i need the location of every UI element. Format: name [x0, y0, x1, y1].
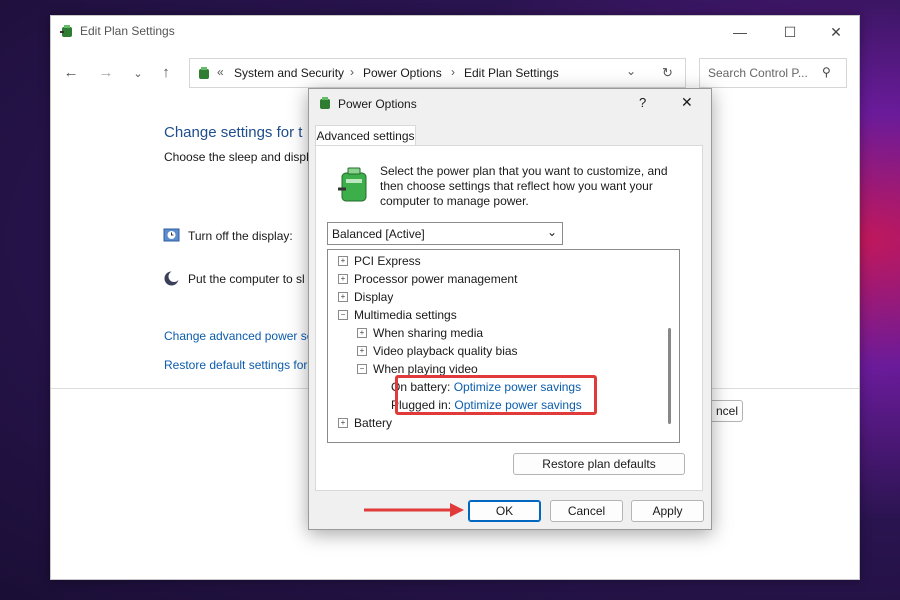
tree-item-label: Multimedia settings — [354, 308, 457, 322]
control-panel-icon — [196, 65, 212, 84]
tree-item-battery[interactable]: + Battery — [338, 414, 392, 432]
back-arrow-icon[interactable]: ← — [61, 64, 81, 81]
tree-item-quality-bias[interactable]: + Video playback quality bias — [357, 342, 518, 360]
expand-plus-icon[interactable]: + — [357, 345, 367, 356]
expand-plus-icon[interactable]: + — [338, 273, 348, 284]
minimize-icon: — — [733, 24, 747, 40]
power-plan-selected: Balanced [Active] — [332, 227, 425, 241]
tree-item-label: When playing video — [373, 362, 478, 376]
chevron-down-icon: ⌄ — [547, 225, 558, 239]
collapse-minus-icon[interactable]: − — [357, 363, 367, 374]
breadcrumb-system-security[interactable]: System and Security — [234, 66, 344, 80]
tree-item-display[interactable]: + Display — [338, 288, 393, 306]
restore-plan-defaults-button[interactable]: Restore plan defaults — [513, 453, 685, 475]
collapse-minus-icon[interactable]: − — [338, 309, 348, 320]
cancel-button[interactable]: Cancel — [550, 500, 623, 522]
breadcrumb-edit-plan[interactable]: Edit Plan Settings — [464, 66, 559, 80]
dialog-description-3: computer to manage power. — [380, 194, 529, 208]
ok-button[interactable]: OK — [468, 500, 541, 522]
tree-scrollbar-thumb[interactable] — [668, 328, 671, 424]
sleep-moon-icon — [163, 270, 180, 290]
page-subheading: Choose the sleep and displa — [164, 150, 316, 164]
refresh-icon[interactable]: ↻ — [662, 65, 673, 81]
dialog-title: Power Options — [338, 97, 417, 111]
breadcrumb-separator-icon: › — [451, 65, 455, 79]
tree-item-label: Video playback quality bias — [373, 344, 518, 358]
address-dropdown-chevron-icon[interactable]: ⌄ — [626, 64, 636, 78]
page-heading: Change settings for t — [164, 124, 303, 141]
tree-item-label: PCI Express — [354, 254, 421, 268]
dialog-description-1: Select the power plan that you want to c… — [380, 164, 668, 178]
tree-item-label: When sharing media — [373, 326, 484, 340]
close-window-button[interactable]: ✕ — [813, 16, 859, 48]
breadcrumb-separator-icon: › — [350, 65, 354, 79]
restore-defaults-link[interactable]: Restore default settings for — [164, 358, 307, 372]
search-input[interactable]: Search Control P... ⚲ — [699, 58, 847, 88]
up-arrow-icon[interactable]: ↑ — [156, 64, 176, 81]
apply-button[interactable]: Apply — [631, 500, 704, 522]
dialog-description-2: then choose settings that reflect how yo… — [380, 179, 653, 193]
red-arrow-icon — [364, 503, 464, 517]
tree-item-pci-express[interactable]: + PCI Express — [338, 252, 421, 270]
forward-arrow-icon[interactable]: → — [96, 64, 116, 81]
search-placeholder: Search Control P... — [708, 66, 808, 80]
maximize-icon: ☐ — [783, 23, 797, 40]
tree-item-label: Battery — [354, 416, 393, 430]
tab-advanced-settings[interactable]: Advanced settings — [315, 125, 416, 146]
turn-off-display-label: Turn off the display: — [188, 229, 293, 243]
minimize-button[interactable]: — — [717, 16, 763, 48]
power-options-icon — [59, 23, 75, 42]
recent-locations-chevron-icon[interactable]: ⌄ — [128, 67, 148, 80]
tree-item-sharing-media[interactable]: + When sharing media — [357, 324, 483, 342]
breadcrumb-overflow[interactable]: « — [217, 65, 224, 79]
power-options-icon — [317, 95, 333, 114]
tree-item-multimedia[interactable]: − Multimedia settings — [338, 306, 457, 324]
maximize-button[interactable]: ☐ — [767, 16, 813, 48]
close-icon: ✕ — [681, 94, 693, 110]
tree-item-label: Processor power management — [354, 272, 518, 286]
breadcrumb-power-options[interactable]: Power Options — [363, 66, 442, 80]
expand-plus-icon[interactable]: + — [338, 417, 348, 428]
sleep-label: Put the computer to sl — [188, 272, 305, 286]
tree-item-label: Display — [354, 290, 394, 304]
power-plan-select[interactable]: Balanced [Active] ⌄ — [327, 222, 563, 245]
address-bar[interactable]: « System and Security › Power Options › … — [189, 58, 686, 88]
expand-plus-icon[interactable]: + — [338, 255, 348, 266]
help-button[interactable]: ? — [639, 95, 646, 110]
expand-plus-icon[interactable]: + — [357, 327, 367, 338]
change-advanced-settings-link[interactable]: Change advanced power se — [164, 329, 313, 343]
expand-plus-icon[interactable]: + — [338, 291, 348, 302]
dialog-close-button[interactable]: ✕ — [681, 94, 693, 111]
window-title: Edit Plan Settings — [80, 24, 175, 38]
display-clock-icon — [163, 227, 180, 247]
battery-plug-icon — [336, 165, 372, 208]
close-icon: ✕ — [830, 23, 842, 40]
search-icon: ⚲ — [822, 65, 831, 79]
highlight-box — [395, 375, 597, 415]
tree-item-processor[interactable]: + Processor power management — [338, 270, 517, 288]
power-options-dialog: Power Options ? ✕ Advanced settings Sele… — [308, 88, 712, 530]
